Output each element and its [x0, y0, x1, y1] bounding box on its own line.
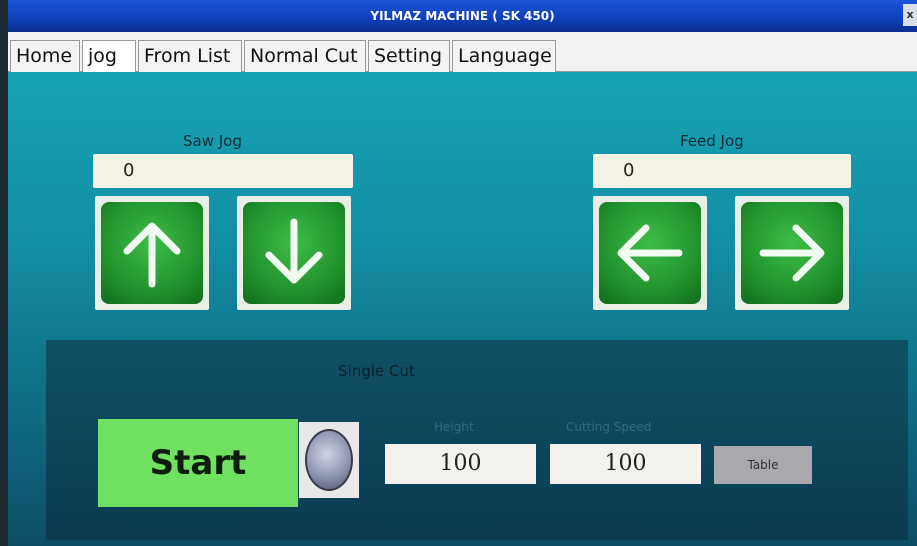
saw-jog-down-button[interactable] [237, 196, 351, 310]
height-label: Height [434, 420, 474, 434]
close-icon[interactable]: x [903, 4, 917, 26]
cutting-speed-label: Cutting Speed [566, 420, 652, 434]
feed-jog-readout: 0 [593, 154, 851, 188]
tab-bar: Home jog From List Normal Cut Setting La… [8, 32, 917, 72]
jog-panel: Saw Jog 0 Feed Jog 0 Single Cut Start He… [8, 72, 917, 546]
tab-setting[interactable]: Setting [368, 40, 450, 72]
window-titlebar: YILMAZ MACHINE ( SK 450) x [8, 0, 917, 32]
height-field[interactable]: 100 [385, 444, 536, 484]
feed-jog-left-button[interactable] [593, 196, 707, 310]
feed-jog-right-button[interactable] [735, 196, 849, 310]
tab-language[interactable]: Language [452, 40, 556, 72]
status-lamp-frame [299, 422, 359, 498]
start-button[interactable]: Start [98, 419, 298, 507]
tab-home[interactable]: Home [10, 40, 80, 72]
window-title: YILMAZ MACHINE ( SK 450) [370, 9, 555, 23]
arrow-down-icon [265, 218, 323, 284]
saw-jog-readout: 0 [93, 154, 353, 188]
status-lamp-icon [305, 429, 353, 491]
cutting-speed-field[interactable]: 100 [550, 444, 701, 484]
feed-jog-label: Feed Jog [680, 132, 744, 150]
tab-normal-cut[interactable]: Normal Cut [244, 40, 366, 72]
arrow-right-icon [759, 224, 825, 282]
arrow-left-icon [617, 224, 683, 282]
saw-jog-up-button[interactable] [95, 196, 209, 310]
saw-jog-label: Saw Jog [183, 132, 242, 150]
arrow-up-icon [123, 222, 181, 288]
single-cut-title: Single Cut [338, 362, 415, 380]
tab-from-list[interactable]: From List [138, 40, 242, 72]
table-button[interactable]: Table [714, 446, 812, 484]
tab-jog[interactable]: jog [82, 40, 136, 72]
